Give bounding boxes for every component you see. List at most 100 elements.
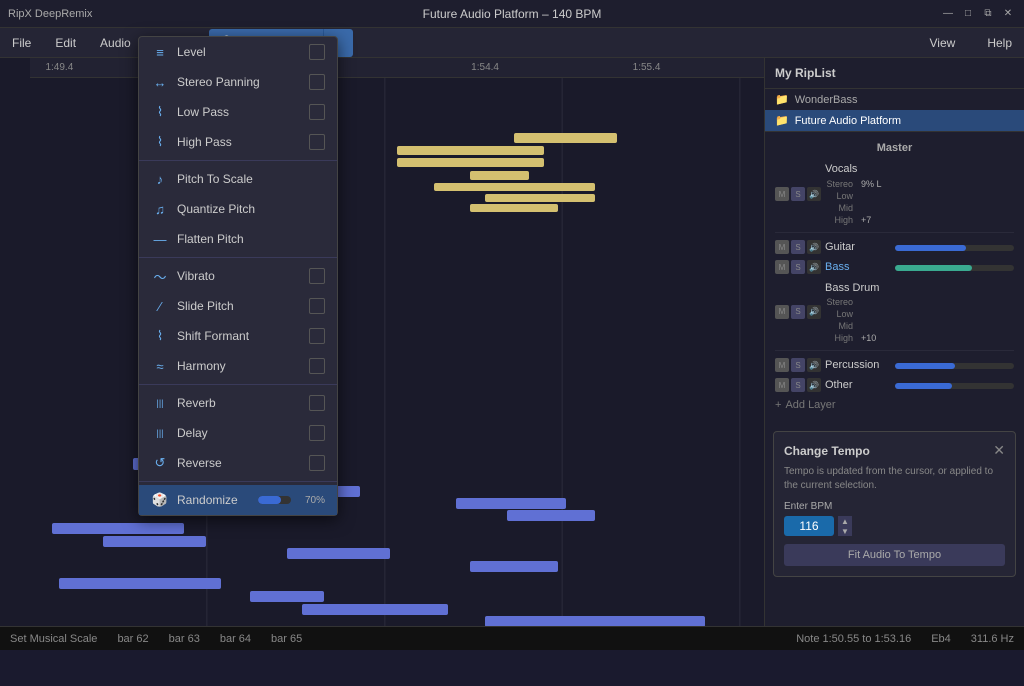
solo-bass[interactable]: S (791, 260, 805, 274)
menu-level[interactable]: ≡ Level (139, 37, 337, 67)
mixer-master-label: Master (765, 140, 1024, 160)
highpass-badge (309, 134, 325, 150)
formant-icon: ⌇ (151, 327, 169, 345)
channel-icon-bass-drum[interactable]: 🔊 (807, 305, 821, 319)
close-button[interactable]: ✕ (1000, 6, 1016, 22)
solo-guitar[interactable]: S (791, 240, 805, 254)
menu-vibrato[interactable]: 〜 Vibrato (139, 261, 337, 291)
menu-reverse[interactable]: ↺ Reverse (139, 448, 337, 478)
mixer-channel-vocals: M S 🔊 Vocals Stereo 9% L (765, 160, 1024, 228)
riplist-label-1: WonderBass (795, 94, 858, 106)
track-note (287, 548, 390, 559)
mixer-channel-guitar: M S 🔊 Guitar (765, 237, 1024, 257)
tempo-close-button[interactable]: ✕ (993, 442, 1005, 459)
window-title: Future Audio Platform – 140 BPM (423, 7, 602, 21)
menu-stereo-label: Stereo Panning (177, 75, 301, 89)
folder-icon-1: 📁 (775, 93, 789, 106)
minimize-button[interactable]: — (940, 6, 956, 22)
tempo-bpm-label: Enter BPM (784, 501, 1005, 512)
fader-track-bass[interactable] (895, 265, 1014, 271)
fader-label-mid: Mid (825, 203, 853, 213)
menu-flatten[interactable]: — Flatten Pitch (139, 224, 337, 254)
channel-icon-other[interactable]: 🔊 (807, 378, 821, 392)
add-layer-button[interactable]: + Add Layer (765, 395, 1024, 415)
mute-guitar[interactable]: M (775, 240, 789, 254)
channel-name-percussion: Percussion (825, 359, 885, 371)
pitch-scale-icon: ♪ (151, 170, 169, 188)
menu-randomize-label: Randomize (177, 493, 244, 507)
app-title: RipX DeepRemix (8, 8, 92, 20)
track-note (507, 510, 595, 521)
channel-icon-guitar[interactable]: 🔊 (807, 240, 821, 254)
menu-highpass[interactable]: ⌇ High Pass (139, 127, 337, 157)
level-badge (309, 44, 325, 60)
channel-name-other: Other (825, 379, 885, 391)
track-note (103, 536, 206, 547)
tempo-bpm-input[interactable] (784, 516, 834, 536)
channel-name-guitar: Guitar (825, 241, 885, 253)
mixer-channel-bass: M S 🔊 Bass (765, 257, 1024, 277)
channel-icon-vocals[interactable]: 🔊 (807, 187, 821, 201)
channel-name-vocals: Vocals (825, 163, 885, 175)
fit-audio-button[interactable]: Fit Audio To Tempo (784, 544, 1005, 566)
right-panel: My RipList 📁 WonderBass 📁 Future Audio P… (764, 58, 1024, 626)
channel-icon-bass[interactable]: 🔊 (807, 260, 821, 274)
reverb-badge (309, 395, 325, 411)
tempo-up-button[interactable]: ▲ (838, 516, 852, 526)
mute-vocals[interactable]: M (775, 187, 789, 201)
restore-button[interactable]: ⧉ (980, 6, 996, 22)
track-note (485, 194, 595, 202)
mixer-channel-bass-drum: M S 🔊 Bass Drum Stereo (765, 277, 1024, 346)
menu-formant[interactable]: ⌇ Shift Formant (139, 321, 337, 351)
add-icon: + (775, 399, 781, 411)
menu-harmony[interactable]: ≈ Harmony (139, 351, 337, 381)
slide-icon: ∕ (151, 297, 169, 315)
menu-view[interactable]: View (918, 32, 968, 54)
mute-percussion[interactable]: M (775, 358, 789, 372)
menu-slide[interactable]: ∕ Slide Pitch (139, 291, 337, 321)
solo-percussion[interactable]: S (791, 358, 805, 372)
channel-icon-percussion[interactable]: 🔊 (807, 358, 821, 372)
status-note-range: Note 1:50.55 to 1:53.16 (796, 633, 911, 645)
solo-vocals[interactable]: S (791, 187, 805, 201)
status-scale[interactable]: Set Musical Scale (10, 633, 97, 645)
highpass-icon: ⌇ (151, 133, 169, 151)
maximize-button[interactable]: □ (960, 6, 976, 22)
track-note (470, 204, 558, 212)
solo-other[interactable]: S (791, 378, 805, 392)
level-icon: ≡ (151, 43, 169, 61)
menu-lowpass[interactable]: ⌇ Low Pass (139, 97, 337, 127)
fader-track-guitar[interactable] (895, 245, 1014, 251)
status-bar-63: bar 63 (169, 633, 200, 645)
menu-stereo[interactable]: ↔ Stereo Panning (139, 67, 337, 97)
menu-delay[interactable]: ||| Delay (139, 418, 337, 448)
menu-reverb[interactable]: ||| Reverb (139, 388, 337, 418)
menu-quantize-label: Quantize Pitch (177, 202, 325, 216)
tempo-down-button[interactable]: ▼ (838, 526, 852, 536)
menu-randomize-active[interactable]: 🎲 Randomize 70% (139, 485, 337, 515)
solo-bass-drum[interactable]: S (791, 305, 805, 319)
fader-track-other[interactable] (895, 383, 1014, 389)
menu-pitch-scale[interactable]: ♪ Pitch To Scale (139, 164, 337, 194)
mute-other[interactable]: M (775, 378, 789, 392)
riplist-item-1[interactable]: 📁 WonderBass (765, 89, 1024, 110)
riplist-item-2[interactable]: 📁 Future Audio Platform (765, 110, 1024, 131)
title-bar: RipX DeepRemix Future Audio Platform – 1… (0, 0, 1024, 28)
track-note (514, 133, 617, 143)
status-bar-65: bar 65 (271, 633, 302, 645)
fader-track-percussion[interactable] (895, 363, 1014, 369)
timeline-marker-1: 1:49.4 (45, 62, 73, 73)
menu-audio[interactable]: Audio (88, 28, 143, 57)
delay-icon: ||| (151, 424, 169, 442)
menu-quantize[interactable]: ♫ Quantize Pitch (139, 194, 337, 224)
menu-file[interactable]: File (0, 28, 43, 57)
menu-edit[interactable]: Edit (43, 28, 88, 57)
mute-bass[interactable]: M (775, 260, 789, 274)
mixer-channel-other: M S 🔊 Other (765, 375, 1024, 395)
randomize-progress-value: 70% (297, 495, 325, 506)
track-note (59, 578, 220, 589)
mute-bass-drum[interactable]: M (775, 305, 789, 319)
fader-label-stereo: Stereo (825, 179, 853, 189)
menu-help[interactable]: Help (975, 32, 1024, 54)
status-freq: 311.6 Hz (971, 633, 1014, 645)
